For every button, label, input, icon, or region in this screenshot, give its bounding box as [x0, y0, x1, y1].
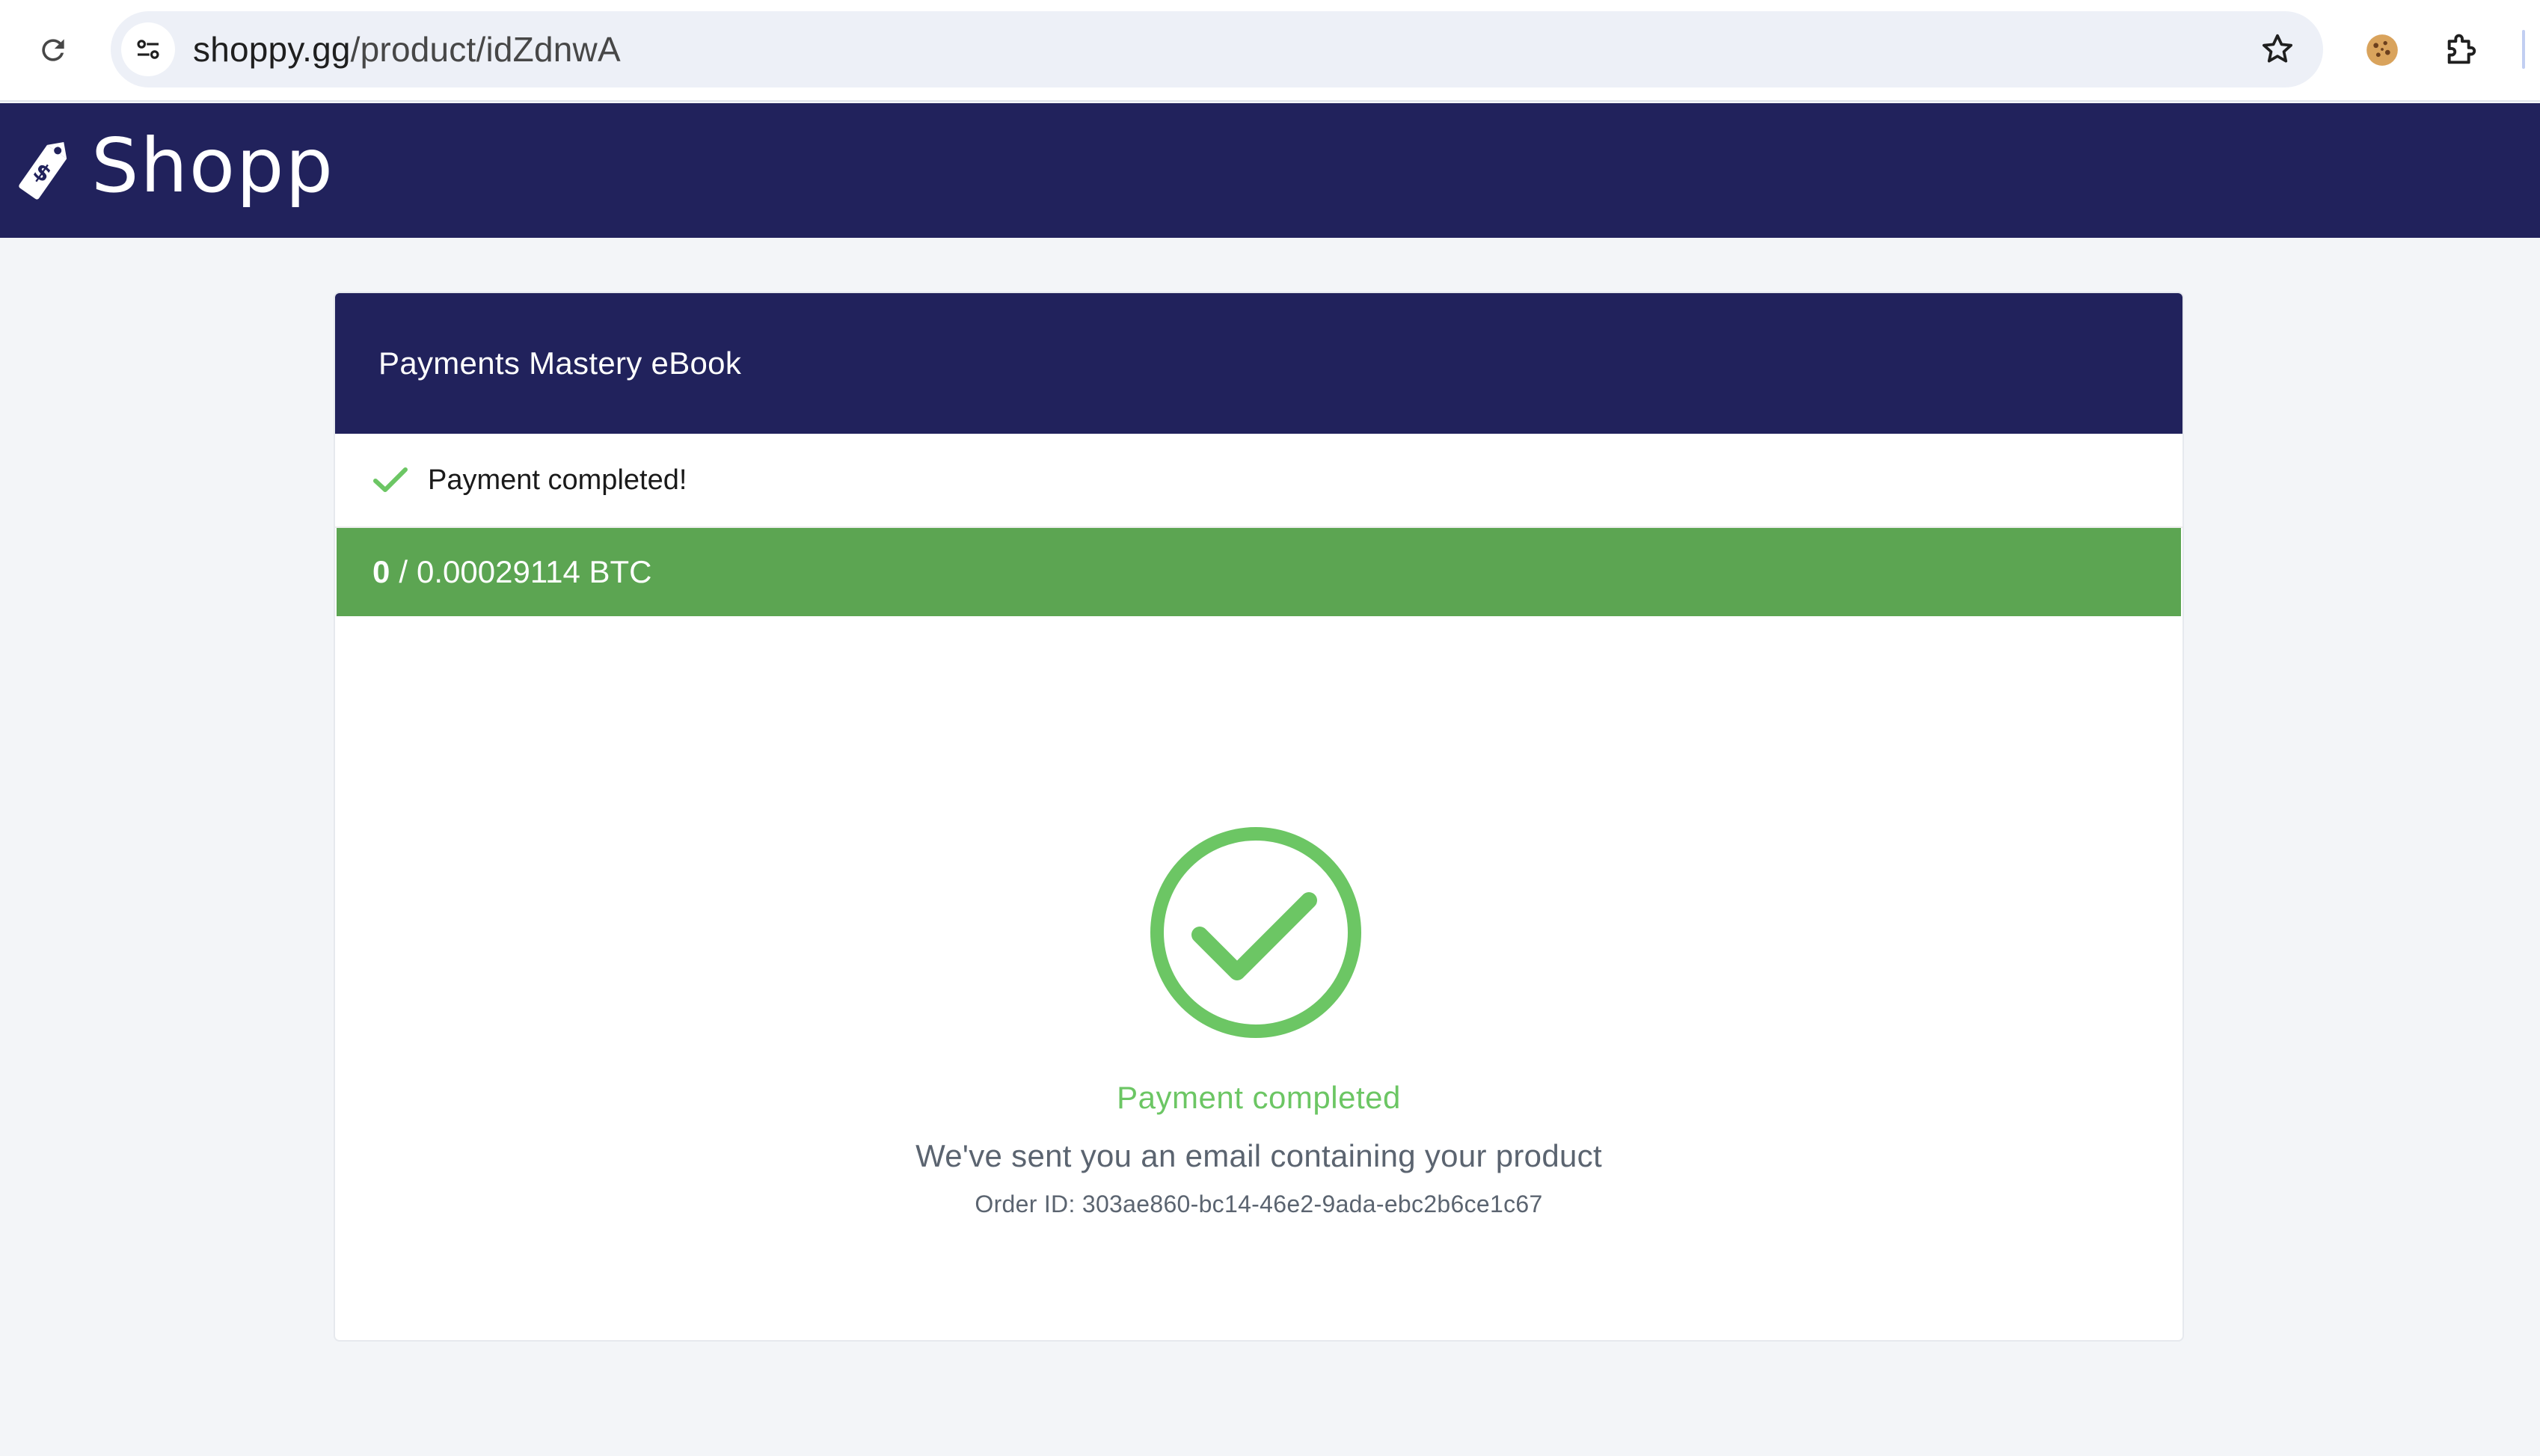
status-row: Payment completed!	[335, 434, 2182, 528]
star-icon[interactable]	[2256, 28, 2299, 71]
address-bar[interactable]: shoppy.gg/product/idZdnwA	[111, 11, 2323, 87]
brand-logo-text[interactable]: Shoppy	[91, 103, 331, 238]
status-message: Payment completed!	[428, 464, 687, 496]
cookie-icon[interactable]	[2360, 28, 2404, 72]
site-header: $ Shoppy	[0, 103, 2540, 238]
order-id-line: Order ID: 303ae860-bc14-46e2-9ada-ebc2b6…	[335, 1191, 2182, 1218]
reload-icon[interactable]	[33, 30, 73, 70]
check-circle-icon	[1150, 827, 1361, 1038]
amount-total: 0.00029114 BTC	[417, 554, 652, 589]
browser-toolbar: shoppy.gg/product/idZdnwA	[0, 0, 2540, 102]
puzzle-icon[interactable]	[2440, 27, 2485, 72]
payment-card: Payments Mastery eBook Payment completed…	[334, 292, 2184, 1342]
product-title: Payments Mastery eBook	[378, 345, 742, 381]
tune-icon[interactable]	[121, 22, 175, 76]
url-text[interactable]: shoppy.gg/product/idZdnwA	[193, 11, 621, 87]
card-header: Payments Mastery eBook	[335, 293, 2182, 434]
order-id-label: Order ID:	[975, 1191, 1076, 1217]
amount-separator: /	[399, 554, 408, 589]
toolbar-edge-divider	[2522, 30, 2525, 69]
confirmation-panel: Payment completed We've sent you an emai…	[335, 616, 2182, 1340]
url-host: shoppy.gg	[193, 30, 351, 69]
url-path: /product/idZdnwA	[350, 30, 621, 69]
checkmark-icon	[373, 467, 408, 492]
price-tag-icon[interactable]: $	[10, 132, 79, 206]
confirmation-title: Payment completed	[1117, 1080, 1401, 1115]
amount-paid: 0	[372, 554, 390, 589]
confirmation-message: We've sent you an email containing your …	[915, 1138, 1602, 1173]
order-id-value: 303ae860-bc14-46e2-9ada-ebc2b6ce1c67	[1082, 1191, 1543, 1217]
payment-progress-bar: 0 / 0.00029114 BTC	[337, 528, 2181, 616]
